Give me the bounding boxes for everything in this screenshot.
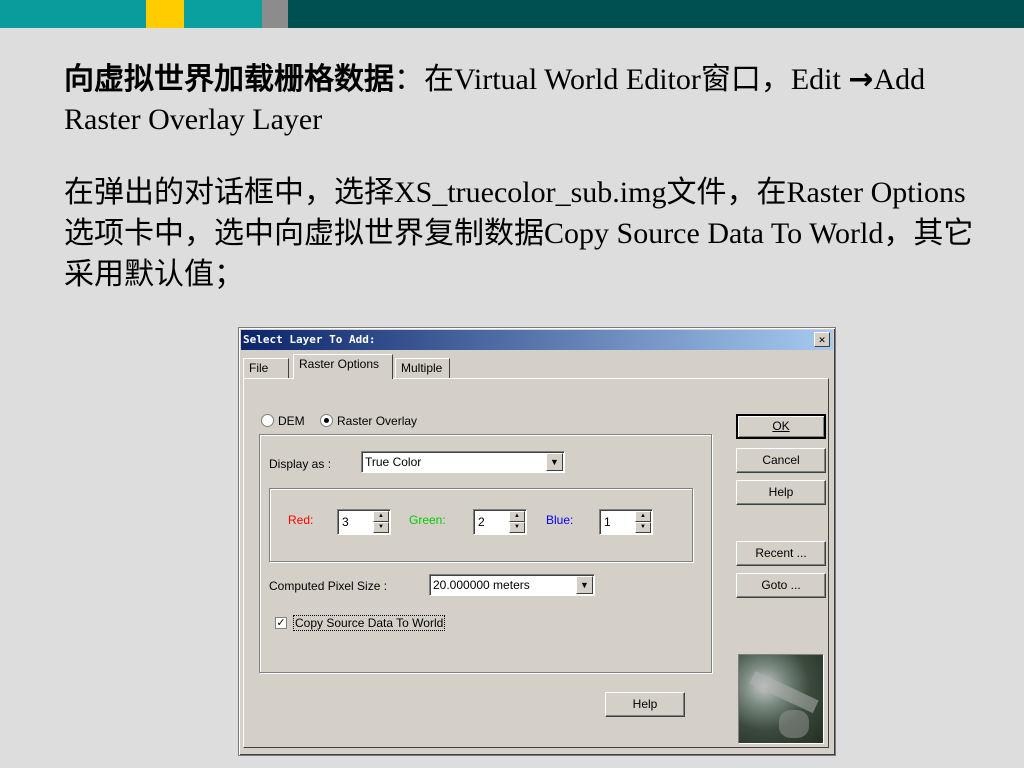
radio-raster-overlay-label: Raster Overlay: [337, 414, 418, 428]
pixel-size-label: Computed Pixel Size :: [269, 579, 388, 593]
spin-up-icon[interactable]: ▲: [373, 511, 389, 522]
dialog-title-bar[interactable]: Select Layer To Add: ✕: [241, 330, 833, 350]
copy-source-checkbox[interactable]: ✓: [275, 617, 287, 629]
instruction-paragraph-2: 在弹出的对话框中，选择XS_truecolor_sub.img文件，在Raste…: [64, 176, 974, 291]
radio-unchecked-icon[interactable]: [261, 414, 274, 427]
goto-button[interactable]: Goto ...: [736, 573, 826, 598]
ok-button[interactable]: OK: [736, 414, 826, 439]
top-decoration-bar: [0, 0, 1024, 28]
pixel-size-value: 20.000000 meters: [433, 578, 530, 592]
spin-up-icon[interactable]: ▲: [635, 511, 651, 522]
close-icon[interactable]: ✕: [814, 332, 830, 347]
instruction-paragraph-1: 向虚拟世界加载栅格数据：在Virtual World Editor窗口，Edit…: [64, 60, 984, 140]
copy-source-label[interactable]: Copy Source Data To World: [293, 615, 446, 631]
green-band-label: Green:: [409, 513, 446, 527]
red-band-value[interactable]: 3: [342, 515, 349, 529]
blue-band-label: Blue:: [546, 513, 574, 527]
tab-file[interactable]: File: [243, 358, 289, 378]
red-band-label: Red:: [288, 513, 314, 527]
arrow-icon: →: [848, 62, 874, 97]
radio-dem-label: DEM: [278, 414, 305, 428]
red-band-spinner[interactable]: 3 ▲ ▼: [337, 509, 391, 535]
display-as-label: Display as :: [269, 457, 332, 471]
spin-up-icon[interactable]: ▲: [509, 511, 525, 522]
tab-raster-options[interactable]: Raster Options: [293, 354, 393, 379]
tab-multiple[interactable]: Multiple: [395, 358, 450, 378]
select-layer-dialog: Select Layer To Add: ✕ File Raster Optio…: [238, 327, 836, 756]
chevron-down-icon[interactable]: ▼: [546, 453, 563, 471]
blue-band-spinner[interactable]: 1 ▲ ▼: [599, 509, 653, 535]
decoration-block: [0, 0, 146, 28]
display-as-select[interactable]: True Color ▼: [361, 451, 565, 473]
cancel-button[interactable]: Cancel: [736, 448, 826, 473]
green-band-value[interactable]: 2: [478, 515, 485, 529]
radio-raster-overlay[interactable]: Raster Overlay: [320, 414, 417, 428]
raster-preview-thumbnail: [738, 654, 824, 744]
help-bottom-button[interactable]: Help: [605, 692, 685, 717]
spin-down-icon[interactable]: ▼: [509, 522, 525, 533]
green-band-spinner[interactable]: 2 ▲ ▼: [473, 509, 527, 535]
decoration-block: [262, 0, 288, 28]
ok-button-label: OK: [772, 419, 790, 433]
decoration-block: [184, 0, 262, 28]
chevron-down-icon[interactable]: ▼: [576, 576, 593, 594]
recent-button[interactable]: Recent ...: [736, 541, 826, 566]
radio-dem[interactable]: DEM: [261, 414, 305, 428]
instruction-heading: 向虚拟世界加载栅格数据: [64, 63, 394, 96]
layer-type-radio-group: DEM Raster Overlay: [261, 414, 429, 428]
pixel-size-select[interactable]: 20.000000 meters ▼: [429, 574, 595, 596]
instruction-text: ：在Virtual World Editor窗口，Edit: [394, 63, 849, 96]
display-as-value: True Color: [365, 455, 422, 469]
radio-checked-icon[interactable]: [320, 414, 334, 427]
help-button[interactable]: Help: [736, 480, 826, 505]
blue-band-value[interactable]: 1: [604, 515, 611, 529]
spin-down-icon[interactable]: ▼: [373, 522, 389, 533]
dialog-title: Select Layer To Add:: [243, 333, 376, 346]
decoration-block: [146, 0, 184, 28]
spin-down-icon[interactable]: ▼: [635, 522, 651, 533]
